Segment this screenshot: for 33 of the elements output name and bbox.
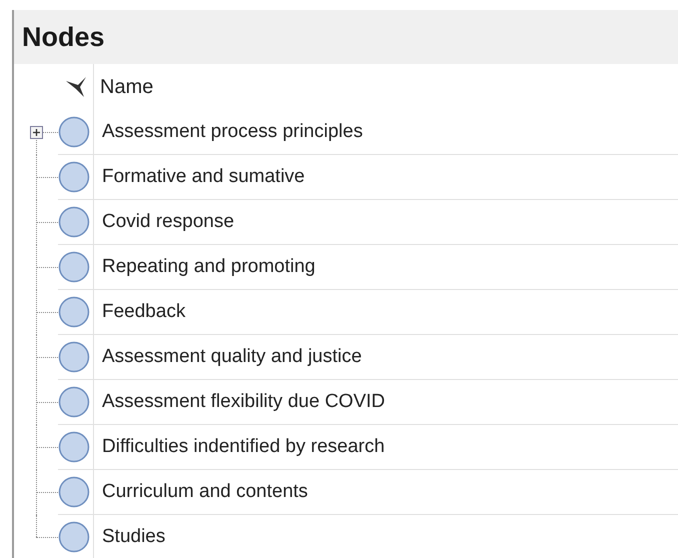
node-icon <box>58 341 90 373</box>
node-name: Difficulties indentified by research <box>102 434 385 459</box>
node-icon <box>58 251 90 283</box>
node-icon <box>58 296 90 328</box>
node-icon <box>58 431 90 463</box>
table-row[interactable]: Difficulties indentified by research <box>94 425 678 470</box>
node-icon <box>58 116 90 148</box>
table-row[interactable]: Feedback <box>94 290 678 335</box>
expand-icon[interactable] <box>30 126 43 139</box>
table-row[interactable]: Studies <box>94 515 678 558</box>
table-row[interactable]: Assessment quality and justice <box>94 335 678 380</box>
node-name: Feedback <box>102 300 186 324</box>
node-icon <box>58 521 90 553</box>
table-row[interactable]: Curriculum and contents <box>94 470 678 515</box>
column-header[interactable]: Name <box>100 72 154 102</box>
node-icon <box>58 161 90 193</box>
table-row[interactable]: Formative and sumative <box>94 155 678 200</box>
table-row[interactable]: Covid response <box>94 200 678 245</box>
node-icon <box>58 476 90 508</box>
node-name: Repeating and promoting <box>102 254 316 279</box>
table-row[interactable]: Repeating and promoting <box>94 245 678 290</box>
node-icon <box>58 386 90 418</box>
node-name: Curriculum and contents <box>102 480 308 504</box>
node-name: Formative and sumative <box>102 164 305 189</box>
panel-title: Nodes <box>22 20 105 54</box>
table-row[interactable]: Assessment flexibility due COVID <box>94 380 678 425</box>
table-row[interactable]: Assessment process principles <box>94 110 678 155</box>
node-name: Assessment flexibility due COVID <box>102 390 385 414</box>
node-icon <box>58 206 90 238</box>
node-name: Assessment quality and justice <box>102 344 362 369</box>
node-name: Assessment process principles <box>102 120 363 144</box>
node-name: Studies <box>102 524 166 549</box>
node-name: Covid response <box>102 210 234 234</box>
